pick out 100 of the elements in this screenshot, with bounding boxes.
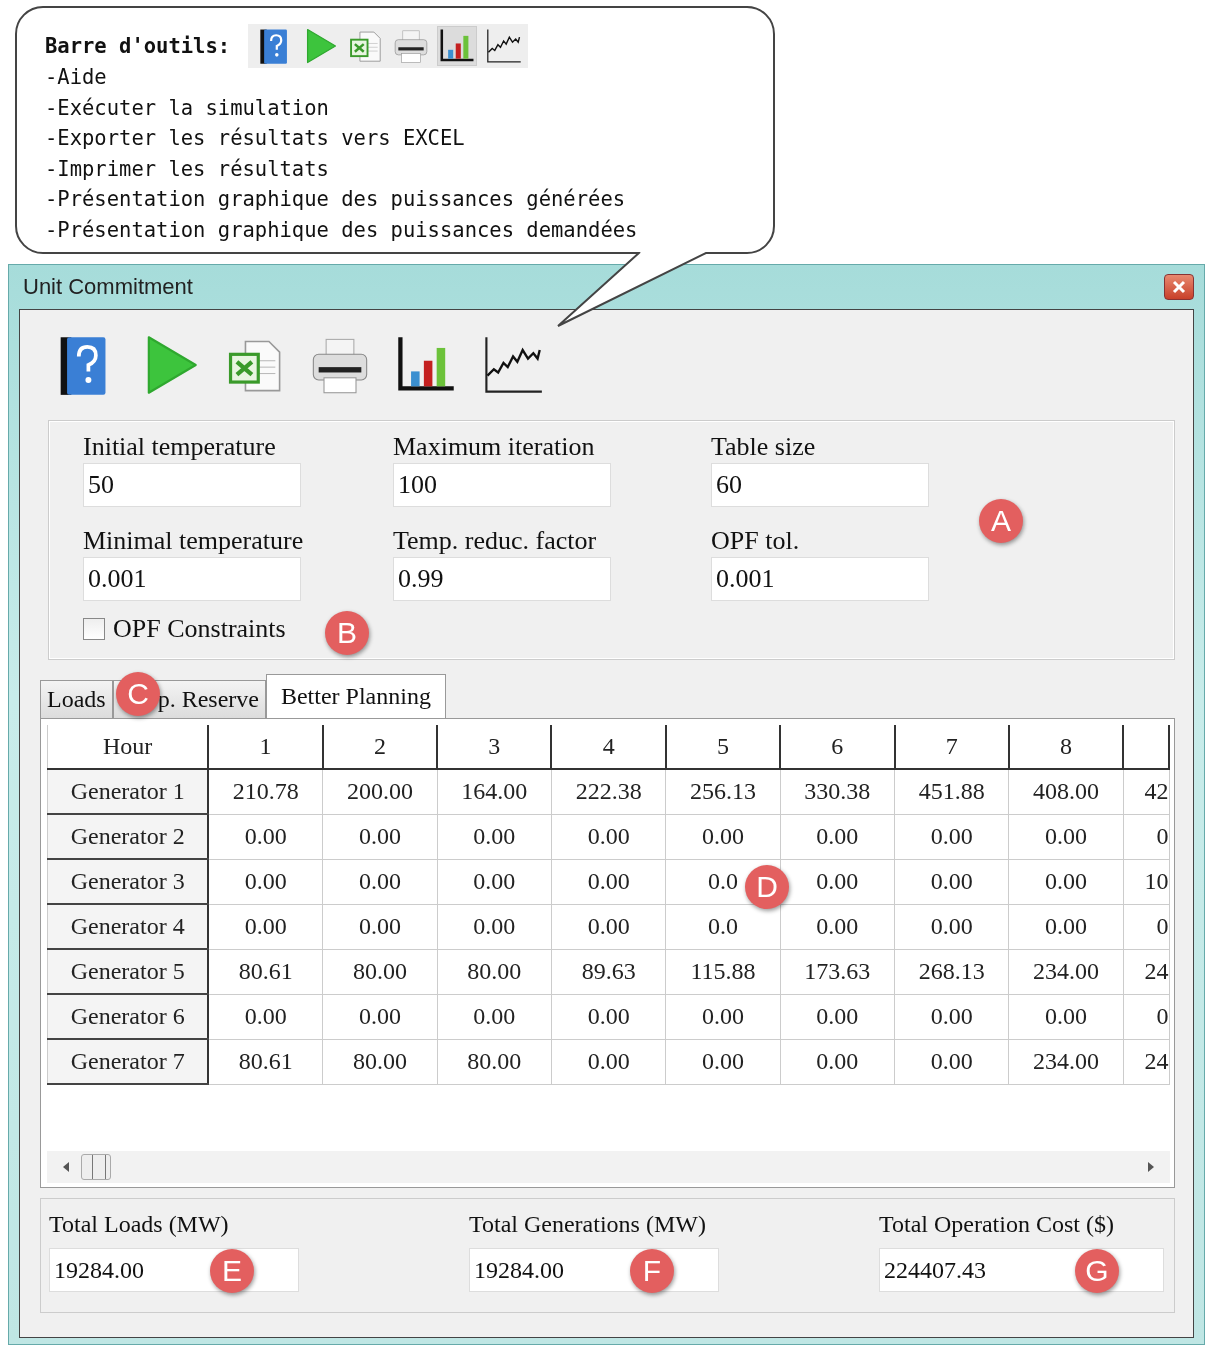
annotation-marker: B	[325, 611, 369, 655]
input-field[interactable]: 60	[711, 463, 929, 507]
column-header: 6	[780, 725, 895, 769]
table-cell: 0.00	[208, 814, 323, 859]
table-cell: 0.00	[894, 859, 1009, 904]
scrollbar-thumb[interactable]	[81, 1154, 111, 1180]
line-chart-icon[interactable]	[484, 27, 523, 65]
table-cell: 0.00	[551, 1039, 666, 1084]
table-cell: 0.00	[437, 859, 552, 904]
table-cell: 0.00	[894, 994, 1009, 1039]
table-cell: 173.63	[780, 949, 895, 994]
table-cell: 0.00	[208, 859, 323, 904]
column-header: 1	[208, 725, 323, 769]
callout-line: -Aide	[45, 64, 108, 91]
input-field[interactable]: 0.99	[393, 557, 611, 601]
table-cell: 200.00	[322, 769, 438, 814]
table-cell: 210.78	[208, 769, 323, 814]
table-cell: 0.00	[665, 994, 781, 1039]
output-value[interactable]: 224407.43	[880, 1256, 1038, 1284]
output-value[interactable]: 19284.00	[470, 1256, 615, 1284]
field-label: Total Generations (MW)	[469, 1211, 707, 1238]
table-cell: 256.13	[665, 769, 781, 814]
table-cell: 24	[1123, 949, 1169, 994]
input-field[interactable]: 50	[83, 463, 301, 507]
row-header: Generator 6	[47, 994, 209, 1039]
output-value[interactable]: 19284.00	[50, 1256, 195, 1284]
table-cell: 0.00	[780, 1039, 895, 1084]
field-label: Table size	[711, 433, 817, 461]
checkbox[interactable]	[83, 618, 105, 640]
row-header: Generator 1	[47, 769, 209, 814]
tab[interactable]: Loads	[40, 680, 113, 718]
column-header: 8	[1008, 725, 1124, 769]
window-title: Unit Commitment	[22, 274, 193, 300]
table-cell: 0.00	[208, 994, 323, 1039]
output-field[interactable]: 19284.00 E	[49, 1248, 299, 1292]
horizontal-scrollbar[interactable]	[47, 1151, 1170, 1183]
field-label: Total Loads (MW)	[49, 1211, 230, 1238]
input-field[interactable]: 100	[393, 463, 611, 507]
column-header	[1123, 725, 1169, 769]
column-header: 5	[665, 725, 781, 769]
table-cell: 234.00	[1008, 949, 1124, 994]
field-label: Minimal temperature	[83, 527, 305, 555]
table-cell: 0.00	[322, 814, 438, 859]
column-header: 3	[437, 725, 552, 769]
table-cell: 10	[1123, 859, 1169, 904]
column-header: 7	[894, 725, 1009, 769]
table-cell: 80.61	[208, 1039, 323, 1084]
callout-heading: Barre d'outils:	[45, 34, 231, 58]
table-cell: 0.00	[437, 904, 552, 949]
table-cell: 0.00	[665, 814, 781, 859]
scroll-right-icon[interactable]	[1146, 1161, 1156, 1173]
column-header: 4	[551, 725, 666, 769]
row-header: Generator 7	[47, 1039, 209, 1084]
table-cell: 115.88	[665, 949, 781, 994]
row-header: Generator 2	[47, 814, 209, 859]
table-cell: 164.00	[437, 769, 552, 814]
table-cell: 330.38	[780, 769, 895, 814]
output-field[interactable]: 19284.00 F	[469, 1248, 719, 1292]
input-field[interactable]: 0.001	[83, 557, 301, 601]
table-cell: 0.00	[551, 859, 666, 904]
close-icon[interactable]	[1171, 279, 1187, 295]
output-field[interactable]: 224407.43 G	[879, 1248, 1164, 1292]
scroll-left-icon[interactable]	[61, 1161, 71, 1173]
callout-line: -Présentation graphique des puissances générées	[45, 186, 627, 213]
field-label: Total Operation Cost ($)	[879, 1211, 1115, 1238]
table-cell: 80.00	[322, 949, 438, 994]
table-cell: 0.00	[208, 904, 323, 949]
table-cell: 0.00	[437, 814, 552, 859]
table-cell: 80.00	[322, 1039, 438, 1084]
callout-line: -Exécuter la simulation	[45, 94, 330, 122]
callout-line: -Présentation graphique des puissances demandées	[45, 216, 639, 244]
close-button[interactable]	[1164, 274, 1194, 300]
field-label: Initial temperature	[83, 433, 277, 461]
table-cell: 0.00	[894, 1039, 1009, 1084]
table-cell: 0.00	[665, 1039, 781, 1084]
table-cell: 408.00	[1008, 769, 1124, 814]
table-cell: 42	[1123, 769, 1169, 814]
column-header: Hour	[47, 725, 209, 769]
table-cell: 0.00	[1008, 859, 1124, 904]
table-cell: 0.00	[894, 904, 1009, 949]
column-header: 2	[322, 725, 438, 769]
input-field[interactable]: 0.001	[711, 557, 929, 601]
table-cell: 0	[1123, 814, 1169, 859]
annotation-marker: F	[630, 1249, 674, 1293]
tab[interactable]: Better Planning	[265, 674, 446, 718]
bar-chart-icon[interactable]	[438, 27, 477, 65]
table-cell: 80.00	[437, 1039, 552, 1084]
field-label: Temp. reduc. factor	[393, 527, 598, 555]
table-cell: 0.00	[1008, 994, 1124, 1039]
table-cell: 24	[1123, 1039, 1169, 1084]
table-cell: 0.00	[894, 814, 1009, 859]
table-cell: 0.00	[551, 904, 666, 949]
row-header: Generator 3	[47, 859, 209, 904]
field-label: OPF tol.	[711, 527, 801, 555]
row-header: Generator 4	[47, 904, 209, 949]
table-cell: 451.88	[894, 769, 1009, 814]
annotation-marker: E	[210, 1249, 254, 1293]
row-header: Generator 5	[47, 949, 209, 994]
annotation-marker: G	[1075, 1249, 1119, 1293]
table-cell: 0.00	[1008, 814, 1124, 859]
